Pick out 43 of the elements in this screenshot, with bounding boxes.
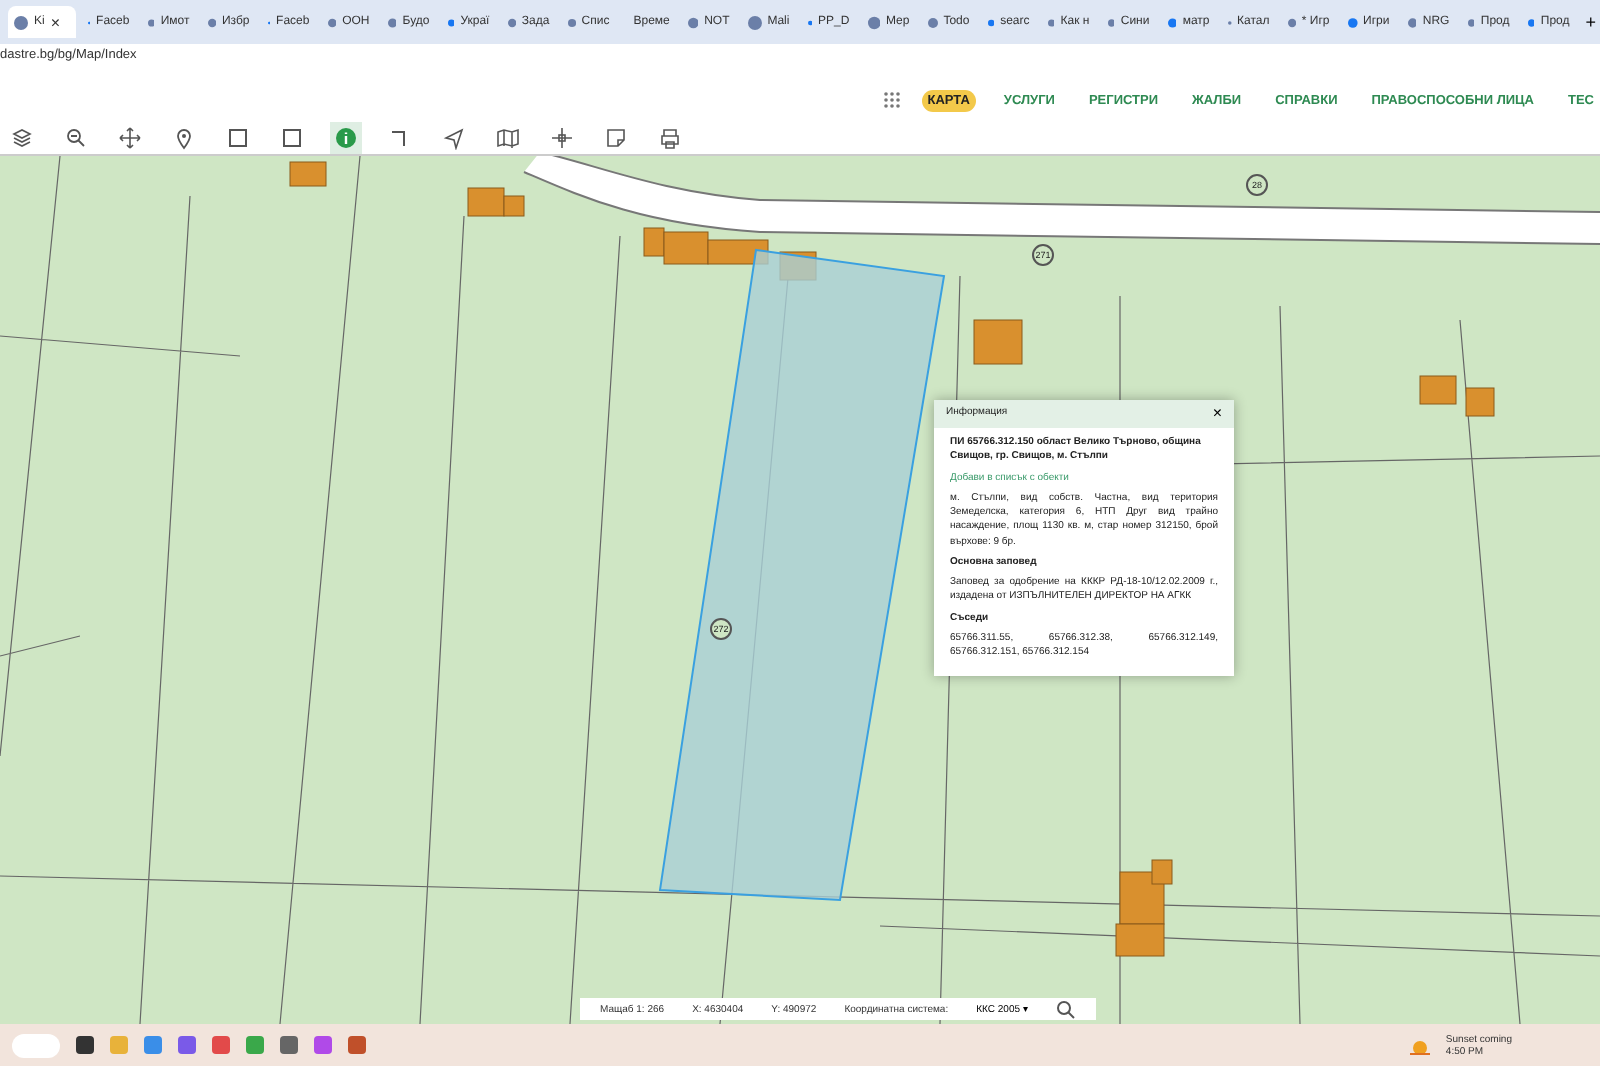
- favicon-icon: [1167, 15, 1177, 29]
- print-icon: [658, 125, 682, 149]
- favicon-icon: [1287, 15, 1296, 29]
- sun-icon: [1409, 1035, 1430, 1055]
- layers-icon: [10, 125, 34, 149]
- tool-button[interactable]: [114, 121, 146, 153]
- info-icon: [334, 125, 358, 149]
- favicon-icon: [1467, 15, 1475, 29]
- favicon-icon: [867, 15, 880, 29]
- square-icon: [226, 125, 250, 149]
- cursor-arrow-icon: [442, 125, 466, 149]
- tool-button[interactable]: [330, 121, 362, 153]
- favicon-icon: [207, 15, 216, 29]
- favicon-icon: [807, 15, 813, 29]
- favicon-icon: [567, 15, 576, 29]
- favicon-icon: [1527, 15, 1535, 29]
- favicon-icon: [1407, 15, 1417, 29]
- favicon-icon: [387, 15, 397, 29]
- favicon-icon: [327, 15, 337, 29]
- favicon-icon: [1107, 15, 1115, 29]
- favicon-icon: [147, 15, 155, 29]
- favicon-icon: [987, 15, 995, 29]
- favicon-icon: [687, 15, 699, 29]
- favicon-icon: [747, 15, 762, 29]
- favicon-icon: [1347, 15, 1358, 29]
- apps-grid-icon[interactable]: [883, 92, 900, 108]
- new-tab-button[interactable]: +: [1581, 12, 1600, 32]
- map-icon: [496, 125, 520, 149]
- search-icon[interactable]: [1056, 999, 1077, 1019]
- favicon-icon: [1047, 15, 1055, 29]
- zoom-icon: [64, 125, 88, 149]
- close-tab-button[interactable]: ×: [50, 13, 61, 31]
- favicon-icon: [927, 15, 938, 29]
- favicon-icon: [447, 15, 455, 29]
- taskbar-search-field[interactable]: [12, 1033, 60, 1057]
- favicon-icon: [507, 15, 516, 29]
- crosshair-icon: [550, 125, 574, 149]
- location-pin-icon: [172, 125, 196, 149]
- pan-icon: [118, 125, 142, 149]
- square-icon: [280, 125, 304, 149]
- note-icon: [604, 125, 628, 149]
- close-button[interactable]: ×: [1212, 406, 1222, 422]
- favicon-icon: [14, 15, 28, 29]
